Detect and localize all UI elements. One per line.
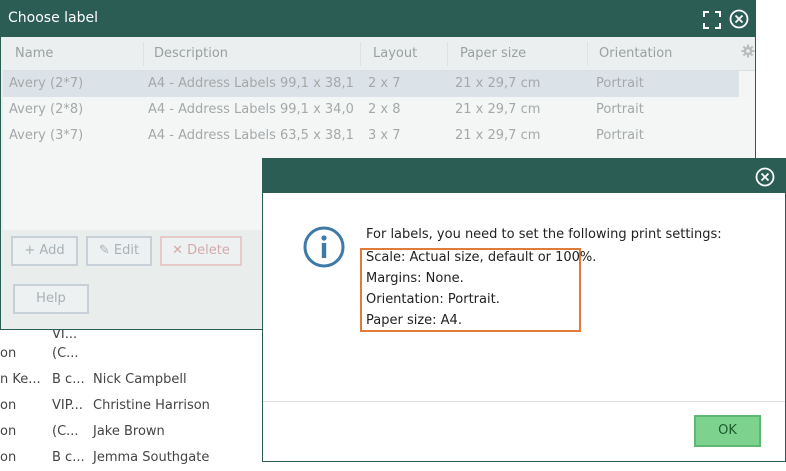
gear-icon[interactable] <box>741 44 755 58</box>
list-cell: n Ke... <box>0 372 41 387</box>
list-cell: on <box>0 346 17 361</box>
cell-layout: 2 x 7 <box>368 76 401 91</box>
list-cell: on <box>0 398 17 413</box>
help-button[interactable]: Help <box>13 284 89 314</box>
column-divider <box>143 42 144 66</box>
close-icon[interactable] <box>755 167 775 187</box>
cell-paper-size: 21 x 29,7 cm <box>455 102 541 117</box>
column-header-orientation[interactable]: Orientation <box>599 46 672 61</box>
list-cell: Jake Brown <box>93 424 165 439</box>
edit-button-label: Edit <box>113 243 140 258</box>
window-title: Choose label <box>8 10 98 26</box>
dialog-title-bar <box>263 159 785 193</box>
column-header-paper-size[interactable]: Paper size <box>460 46 526 61</box>
dialog-divider <box>263 401 785 402</box>
print-settings-dialog: For labels, you need to set the followin… <box>262 158 786 462</box>
column-divider <box>447 42 448 66</box>
table-row[interactable]: Avery (2*7) A4 - Address Labels 99,1 x 3… <box>3 71 739 97</box>
list-cell: Nick Campbell <box>93 372 187 387</box>
cell-layout: 3 x 7 <box>368 128 401 143</box>
add-button[interactable]: + Add <box>11 236 78 266</box>
list-cell: (C... <box>52 346 79 361</box>
cell-name: Avery (3*7) <box>9 128 84 143</box>
list-cell: B c... <box>52 372 85 387</box>
setting-paper-size: Paper size: A4. <box>366 313 462 328</box>
cell-paper-size: 21 x 29,7 cm <box>455 76 541 91</box>
column-header-name[interactable]: Name <box>15 46 53 61</box>
cell-name: Avery (2*8) <box>9 102 84 117</box>
table-row[interactable]: Avery (2*8) A4 - Address Labels 99,1 x 3… <box>3 97 739 123</box>
ok-button[interactable]: OK <box>694 415 761 447</box>
edit-button[interactable]: ✎ Edit <box>86 236 152 266</box>
setting-margins: Margins: None. <box>366 271 464 286</box>
list-cell: B c... <box>52 450 85 465</box>
list-cell: Jemma Southgate <box>93 450 210 465</box>
cell-layout: 2 x 8 <box>368 102 401 117</box>
setting-orientation: Orientation: Portrait. <box>366 292 500 307</box>
column-header-layout[interactable]: Layout <box>373 46 417 61</box>
setting-scale: Scale: Actual size, default or 100%. <box>366 250 597 265</box>
column-header-description[interactable]: Description <box>154 46 228 61</box>
close-icon[interactable] <box>729 9 749 29</box>
cell-paper-size: 21 x 29,7 cm <box>455 128 541 143</box>
cell-orientation: Portrait <box>596 102 644 117</box>
list-cell: VIP... <box>52 398 83 413</box>
cell-description: A4 - Address Labels 63,5 x 38,1 <box>148 128 354 143</box>
background-list: VI... on (C... n Ke... B c... Nick Campb… <box>0 327 262 465</box>
cell-description: A4 - Address Labels 99,1 x 34,0 <box>148 102 354 117</box>
cell-orientation: Portrait <box>596 128 644 143</box>
column-divider <box>587 42 588 66</box>
list-cell: (C... <box>52 424 79 439</box>
window-title-bar: Choose label <box>1 1 755 37</box>
delete-button[interactable]: ✕ Delete <box>160 236 242 266</box>
maximize-icon[interactable] <box>703 11 721 29</box>
cell-description: A4 - Address Labels 99,1 x 38,1 <box>148 76 354 91</box>
info-icon <box>303 226 345 268</box>
column-divider <box>360 42 361 66</box>
cell-name: Avery (2*7) <box>9 76 84 91</box>
dialog-message: For labels, you need to set the followin… <box>366 227 722 242</box>
table-row[interactable]: Avery (3*7) A4 - Address Labels 63,5 x 3… <box>3 123 739 149</box>
pencil-icon: ✎ <box>98 243 110 258</box>
list-cell: on <box>0 450 17 465</box>
list-cell: Christine Harrison <box>93 398 210 413</box>
table-header: Name Description Layout Paper size Orien… <box>3 38 755 71</box>
list-cell: on <box>0 424 17 439</box>
cell-orientation: Portrait <box>596 76 644 91</box>
